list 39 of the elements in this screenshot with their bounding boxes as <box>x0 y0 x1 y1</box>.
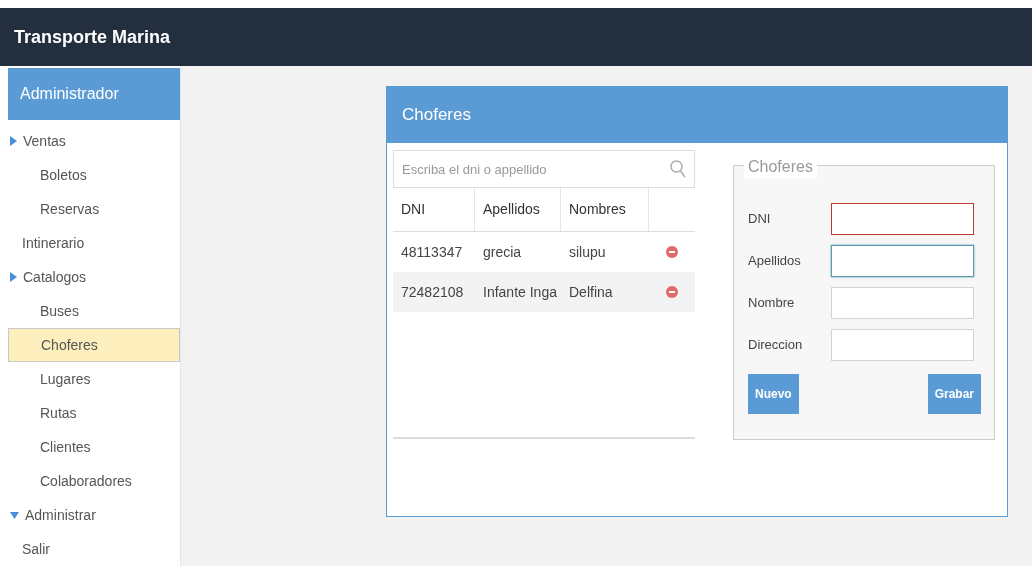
field-label: Direccion <box>748 336 804 355</box>
sidebar-item[interactable]: Rutas <box>8 396 180 430</box>
sidebar-item[interactable]: Salir <box>8 532 180 566</box>
caret-right-icon <box>10 136 17 146</box>
sidebar-item[interactable]: Buses <box>8 294 180 328</box>
input-field[interactable] <box>831 245 974 277</box>
table-cell-text: Delfina <box>568 282 614 302</box>
column-header: Apellidos <box>475 188 561 231</box>
sidebar-group[interactable]: Ventas <box>8 124 180 158</box>
table-cell-text: 48113347 <box>400 242 464 262</box>
caret-down-icon <box>10 511 19 519</box>
sidebar-item[interactable]: Lugares <box>8 362 180 396</box>
sidebar-item[interactable]: Clientes <box>8 430 180 464</box>
table-cell-text: silupu <box>568 242 607 262</box>
sidebar-group[interactable]: Catalogos <box>8 260 180 294</box>
search-icon <box>670 160 686 178</box>
sidebar-item[interactable]: Colaboradores <box>8 464 180 498</box>
delete-icon[interactable] <box>666 246 678 258</box>
column-header: Nombres <box>561 188 649 231</box>
search-field[interactable]: Escriba el dni o appellido <box>393 150 695 188</box>
table-cell-text: 72482108 <box>400 282 465 302</box>
table-cell-text: grecia <box>482 242 523 262</box>
sidebar-item[interactable]: Boletos <box>8 158 180 192</box>
sidebar-header: Administrador <box>8 68 180 120</box>
field-label: Apellidos <box>748 252 802 271</box>
column-header: DNI <box>393 188 475 231</box>
field-label: Nombre <box>748 294 796 313</box>
panel-header: Choferes <box>387 87 1007 143</box>
sidebar-group[interactable]: Administrar <box>8 498 180 532</box>
app-title: Transporte Marina <box>14 25 171 49</box>
table-cell-text: Infante Inga <box>482 282 558 302</box>
table-row[interactable]: 72482108 Infante Inga Delfina <box>393 272 695 312</box>
delete-icon[interactable] <box>666 286 678 298</box>
sidebar-item[interactable]: Intinerario <box>8 226 180 260</box>
sidebar-item[interactable]: Reservas <box>8 192 180 226</box>
field-label: DNI <box>748 210 772 229</box>
caret-right-icon <box>10 272 17 282</box>
input-field[interactable] <box>831 203 974 235</box>
sidebar-item[interactable]: Choferes <box>8 328 180 362</box>
